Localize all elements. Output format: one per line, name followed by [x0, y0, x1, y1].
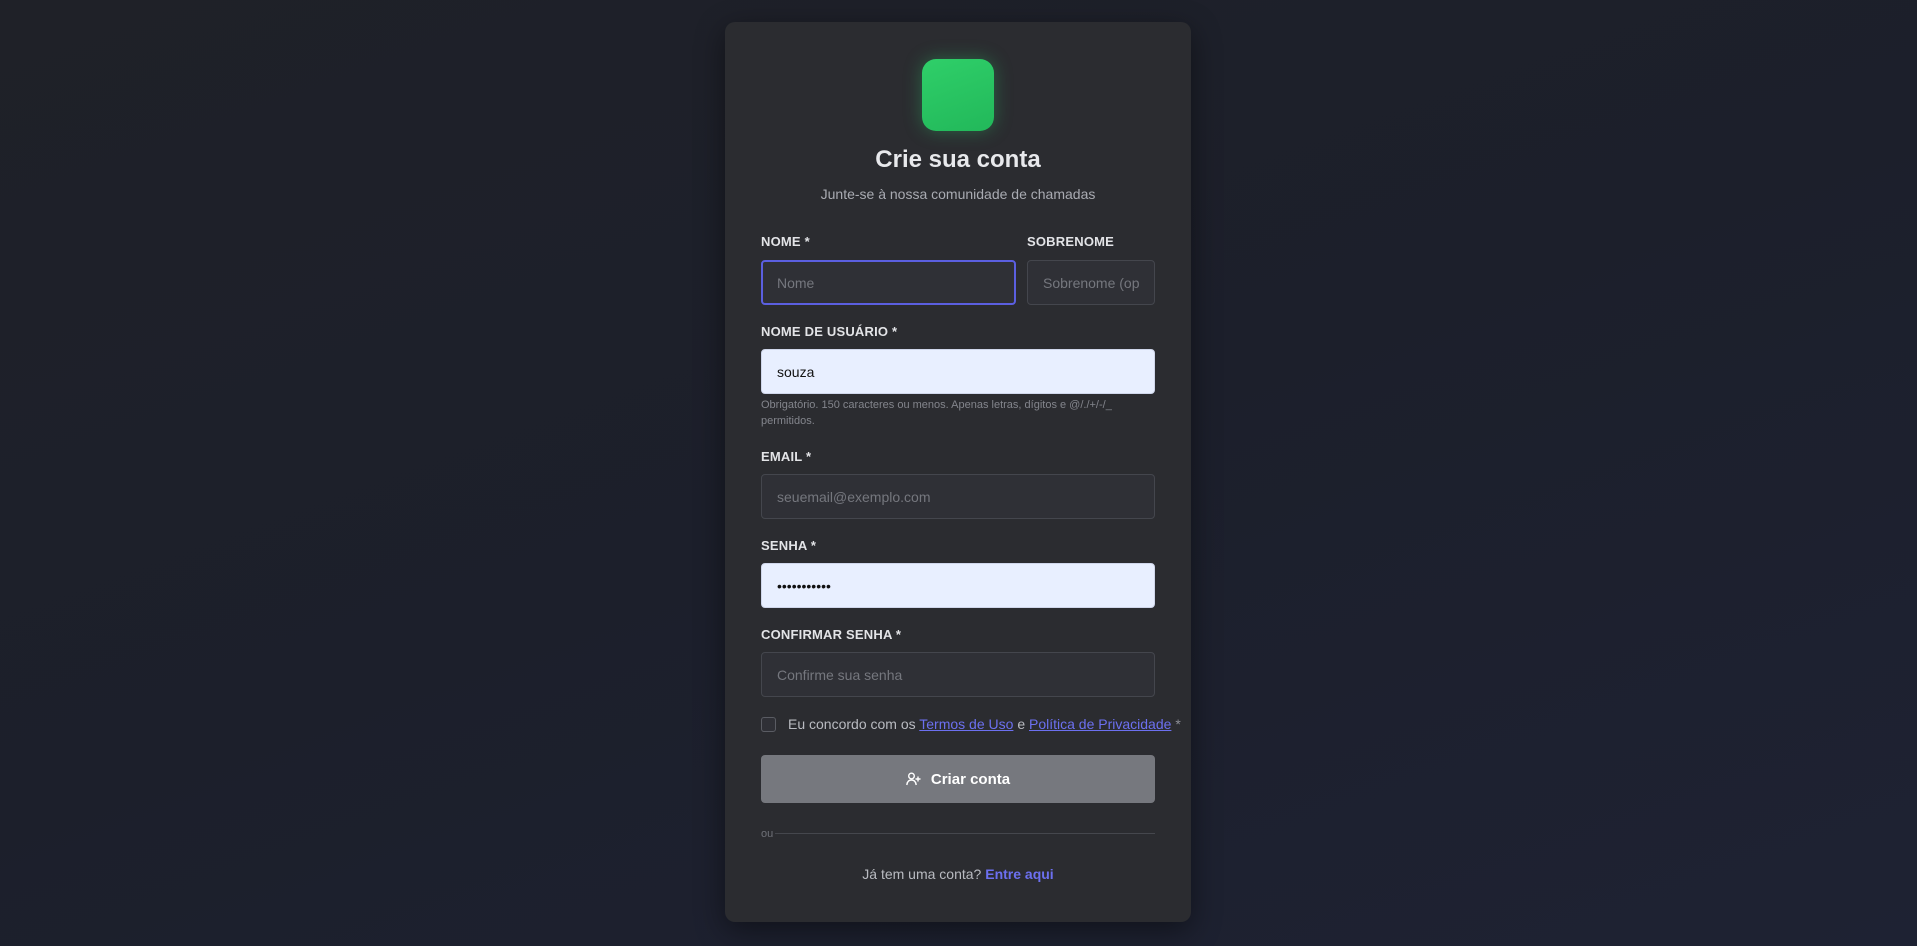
terms-conjunction: e — [1017, 716, 1026, 732]
page-title: Crie sua conta — [875, 146, 1041, 173]
username-input[interactable] — [761, 349, 1155, 394]
user-plus-icon — [905, 772, 921, 786]
create-account-button[interactable]: Criar conta — [761, 755, 1155, 803]
page-subtitle: Junte-se à nossa comunidade de chamadas — [820, 186, 1096, 202]
confirm-password-input[interactable] — [761, 652, 1155, 697]
required-mark: * — [1175, 716, 1181, 732]
username-help-text: Obrigatório. 150 caracteres ou menos. Ap… — [761, 399, 1112, 427]
password-label: SENHA * — [761, 538, 817, 553]
register-card: Crie sua conta Junte-se à nossa comunida… — [725, 22, 1191, 922]
last-name-label: SOBRENOME — [1027, 234, 1115, 249]
login-prompt-text: Já tem uma conta? — [862, 866, 982, 882]
first-name-label: NOME * — [761, 234, 810, 249]
app-logo — [922, 59, 994, 131]
last-name-input[interactable] — [1027, 260, 1155, 305]
password-input[interactable] — [761, 563, 1155, 608]
terms-of-use-link[interactable]: Termos de Uso — [919, 716, 1013, 732]
privacy-policy-link[interactable]: Política de Privacidade — [1029, 716, 1171, 732]
confirm-password-label: CONFIRMAR SENHA * — [761, 627, 902, 642]
email-input[interactable] — [761, 474, 1155, 519]
terms-checkbox[interactable] — [761, 717, 776, 732]
login-prompt: Já tem uma conta? Entre aqui — [725, 866, 1191, 882]
username-label: NOME DE USUÁRIO * — [761, 324, 898, 339]
login-link[interactable]: Entre aqui — [985, 866, 1053, 882]
create-account-label: Criar conta — [930, 770, 1011, 788]
divider-line — [761, 833, 1155, 834]
divider-text: ou — [761, 828, 776, 840]
terms-label: Eu concordo com os Termos de Uso e Polít… — [788, 716, 1181, 732]
terms-prefix: Eu concordo com os — [788, 716, 916, 732]
first-name-input[interactable] — [761, 260, 1016, 305]
email-label: EMAIL * — [761, 449, 812, 464]
